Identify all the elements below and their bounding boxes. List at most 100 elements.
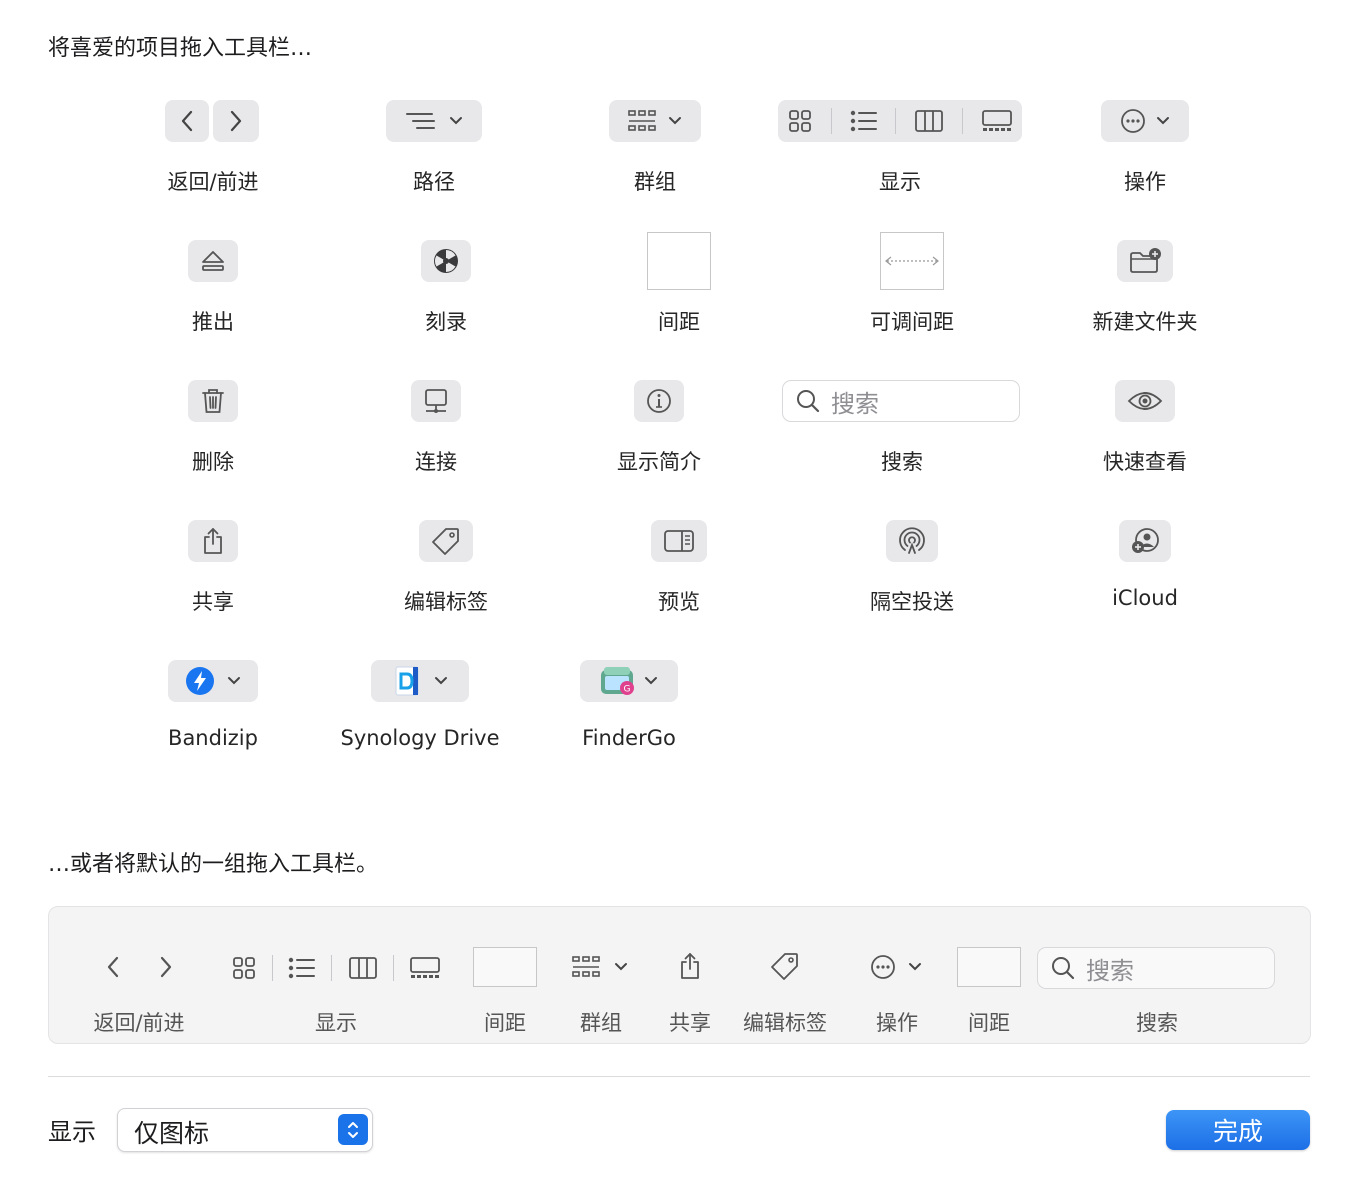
toolbar-item-delete[interactable]: 删除 [188,380,238,474]
space-placeholder [647,232,711,290]
flexible-space-placeholder [880,232,944,290]
chevron-right-icon [160,956,172,978]
column-view-icon [915,110,944,132]
info-icon [647,389,671,413]
chevron-down-icon [615,963,627,971]
item-label: 推出 [192,310,234,334]
toolbar-item-new-folder[interactable]: 新建文件夹 [1093,240,1198,334]
toolbar-item-icloud[interactable]: iCloud [1112,520,1178,610]
toolbar-item-back-forward[interactable]: 返回/前进 [165,100,261,194]
trash-icon [202,389,224,413]
item-label: 连接 [415,450,457,474]
sidebar-preview-icon [664,530,694,552]
search-field[interactable]: 搜索 [782,380,1020,422]
toolbar-item-edit-tags[interactable]: 编辑标签 [404,520,488,614]
bandizip-app-icon [186,667,214,695]
item-label: 新建文件夹 [1092,310,1198,334]
chevron-down-icon [669,117,681,125]
item-label: FinderGo [582,726,676,750]
item-label: 编辑标签 [404,590,488,614]
item-label: 操作 [1124,170,1166,194]
item-label: 操作 [876,1011,918,1035]
chevron-left-icon [181,110,193,132]
search-field: 搜索 [1037,947,1275,989]
burn-icon [434,249,458,273]
tag-icon [771,953,798,980]
ellipsis-circle-icon [1121,109,1145,133]
toolbar-item-quick-look[interactable]: 快速查看 [1103,380,1187,474]
column-view-icon [348,957,377,979]
show-label: 显示 [48,1118,96,1146]
list-view-icon [850,110,877,132]
toolbar-item-connect[interactable]: 连接 [411,380,461,474]
eject-icon [202,251,224,271]
item-label: 快速查看 [1103,450,1187,474]
toolbar-item-burn[interactable]: 刻录 [421,240,471,334]
airdrop-icon [899,527,925,554]
item-label: 返回/前进 [93,1011,185,1035]
group-grid-icon [628,110,656,131]
chevron-down-icon [645,677,657,685]
search-placeholder: 搜索 [1086,956,1134,985]
heading-default-set: …或者将默认的一组拖入工具栏。 [48,852,379,877]
item-label: 间距 [658,310,700,334]
icloud-share-icon [1132,528,1159,553]
up-down-chevron-icon [348,1121,358,1138]
item-label: 预览 [658,590,700,614]
toolbar-item-share[interactable]: 共享 [188,520,238,614]
item-label: 共享 [669,1011,711,1035]
gallery-view-icon [410,957,441,978]
findergo-app-icon: G [601,667,634,695]
item-label: 删除 [192,450,234,474]
item-label: iCloud [1112,586,1178,610]
icon-view-icon [789,110,811,132]
show-mode-value: 仅图标 [134,1119,210,1148]
search-icon [1052,957,1075,980]
item-label: 共享 [192,590,234,614]
tag-icon [432,528,459,555]
share-icon [681,953,699,979]
group-grid-icon [572,956,600,977]
gallery-view-icon [982,110,1012,131]
chevron-down-icon [909,963,921,971]
item-label: 编辑标签 [743,1011,827,1035]
item-label: 可调间距 [870,310,954,334]
toolbar-item-space[interactable]: 间距 [647,232,711,334]
svg-text:G: G [624,685,631,695]
select-stepper[interactable] [338,1114,368,1145]
toolbar-item-airdrop[interactable]: 隔空投送 [870,520,954,614]
synology-drive-app-icon [395,666,419,696]
chevron-left-icon [107,956,119,978]
toolbar-item-action[interactable]: 操作 [1101,100,1189,194]
path-list-icon [406,113,435,129]
space-placeholder [473,947,537,987]
item-label: 隔空投送 [870,590,954,614]
item-label: 间距 [968,1011,1010,1035]
list-view-icon [289,957,316,979]
toolbar-item-eject[interactable]: 推出 [188,240,238,334]
chevron-right-icon [230,110,242,132]
default-toolbar-set[interactable]: 返回/前进 显示 间距 群组 共享 编辑标签 操作 间距 搜索 搜索 [48,906,1311,1044]
space-placeholder [957,947,1021,987]
toolbar-item-findergo[interactable]: G FinderGo [580,660,678,750]
done-button[interactable]: 完成 [1166,1110,1310,1150]
forward-button[interactable] [213,100,259,142]
toolbar-item-flexible-space[interactable]: 可调间距 [870,232,954,334]
toolbar-item-path[interactable]: 路径 [386,100,482,194]
toolbar-item-view[interactable]: 显示 [778,100,1022,194]
toolbar-item-get-info[interactable]: 显示简介 [617,380,701,474]
double-arrow-icon [885,256,939,266]
show-mode-select[interactable]: 仅图标 [117,1108,373,1152]
search-placeholder: 搜索 [831,389,879,418]
divider [48,1076,1310,1077]
new-folder-icon [1130,248,1161,273]
toolbar-item-preview[interactable]: 预览 [651,520,707,614]
back-button[interactable] [165,100,209,142]
toolbar-item-bandizip[interactable]: Bandizip [168,660,258,750]
chevron-down-icon [1157,117,1169,125]
ellipsis-circle-icon [871,955,895,979]
toolbar-item-synology-drive[interactable]: Synology Drive [340,660,500,750]
toolbar-item-search[interactable]: 搜索 搜索 [782,380,1022,474]
eye-icon [1127,392,1163,410]
heading-favorite-items: 将喜爱的项目拖入工具栏… [48,36,313,61]
